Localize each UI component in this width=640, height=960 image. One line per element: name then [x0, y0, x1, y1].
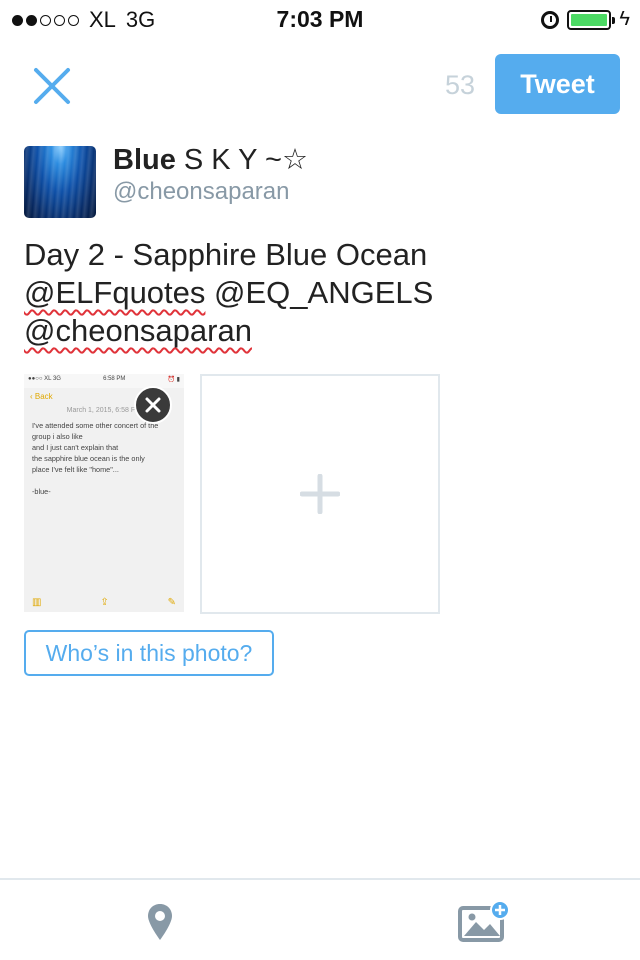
thumb-status-bar: ●●○○ XL 3G 6:58 PM ⏰ ▮: [24, 374, 184, 388]
user-handle: @cheonsaparan: [113, 178, 290, 205]
tag-people-button[interactable]: Who’s in this photo?: [24, 630, 274, 676]
bottom-toolbar: [0, 878, 640, 960]
thumb-back-text: Back: [34, 392, 53, 401]
status-bar: XL 3G 7:03 PM ϟ: [0, 0, 640, 40]
avatar: [24, 146, 96, 218]
tweet-line-1: Day 2 - Sapphire Blue Ocean: [24, 237, 428, 272]
thumb-status-time: 6:58 PM: [103, 376, 126, 382]
charging-icon: ϟ: [619, 8, 630, 30]
share-icon: ⇪: [100, 597, 109, 608]
thumb-toolbar: ▥ ⇪ ✎: [24, 597, 184, 608]
mention-cheonsaparan: @cheonsaparan: [24, 313, 252, 348]
plus-icon: [300, 474, 340, 514]
close-icon: [34, 68, 70, 104]
tweet-line-2: @ELFquotes @EQ_ANGELS: [24, 274, 624, 312]
tweet-text-input[interactable]: Day 2 - Sapphire Blue Ocean @ELFquotes @…: [24, 236, 624, 350]
alarm-icon: [541, 10, 560, 29]
display-name-bold: Blue: [113, 144, 176, 176]
display-name: Blue S K Y ~☆: [113, 142, 308, 177]
thumb-note-body: I've attended some other concert of the …: [32, 421, 159, 496]
close-button[interactable]: [30, 64, 74, 108]
battery-icon: [567, 9, 616, 30]
tweet-line-3: @cheonsaparan: [24, 312, 624, 350]
thumb-status-right: ⏰ ▮: [167, 377, 180, 383]
mention-elfquotes: @ELFquotes: [24, 275, 206, 310]
location-button[interactable]: [146, 902, 174, 947]
compose-icon: ✎: [167, 597, 176, 608]
close-icon: [145, 397, 161, 413]
display-name-rest: S K Y ~☆: [183, 144, 308, 176]
thumb-status-left: ●●○○ XL 3G: [28, 376, 61, 382]
location-pin-icon: [148, 904, 172, 940]
tweet-button[interactable]: Tweet: [495, 54, 620, 114]
remove-photo-button[interactable]: [134, 386, 172, 424]
add-photo-button[interactable]: [458, 900, 512, 949]
mention-eq-angels: @EQ_ANGELS: [214, 275, 434, 310]
status-icons: ϟ: [541, 8, 630, 31]
trash-icon: ▥: [32, 597, 42, 608]
add-photo-icon: [458, 900, 510, 942]
compose-header: 53 Tweet: [0, 40, 640, 128]
add-media-button[interactable]: [200, 374, 440, 614]
character-count: 53: [444, 70, 476, 100]
